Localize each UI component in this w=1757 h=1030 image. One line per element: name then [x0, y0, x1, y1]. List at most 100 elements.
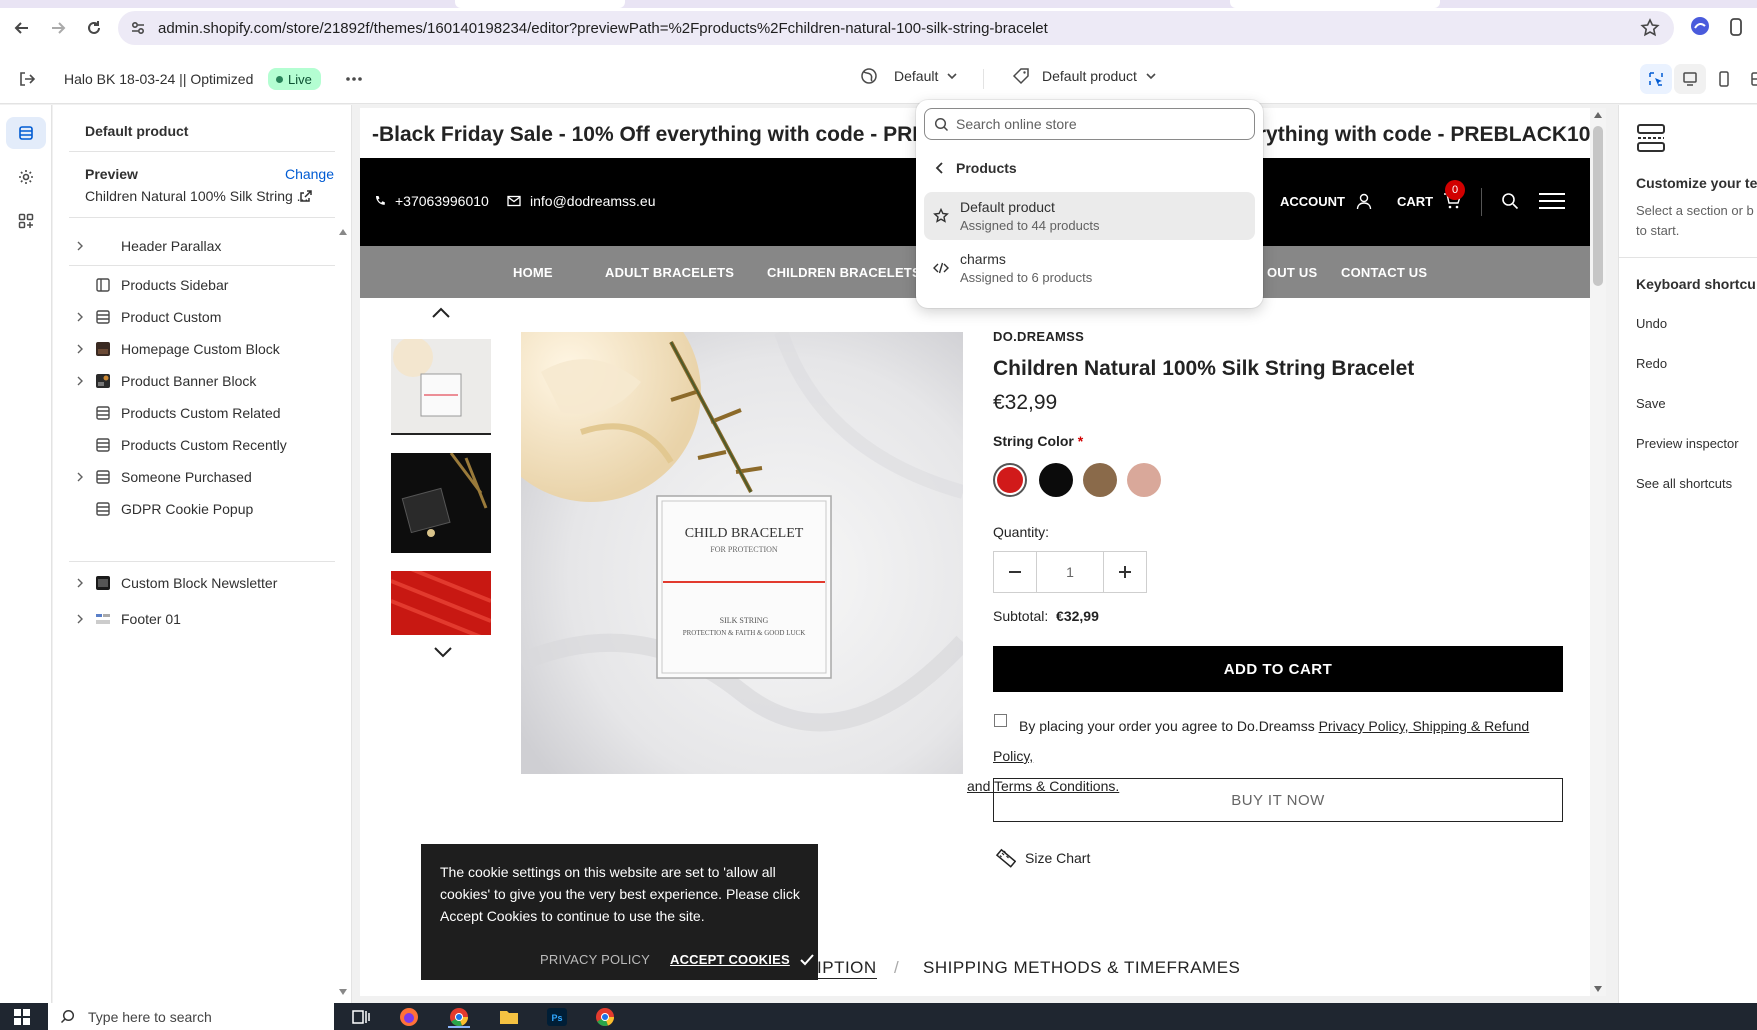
back-button[interactable] — [8, 14, 36, 42]
product-thumbnail[interactable] — [391, 571, 491, 635]
size-chart-link[interactable]: Size Chart — [994, 847, 1090, 869]
template-search-input[interactable]: Search online store — [924, 108, 1255, 140]
url-text[interactable]: admin.shopify.com/store/21892f/themes/16… — [158, 20, 1048, 37]
section-footer-01[interactable]: Footer 01 — [69, 602, 335, 636]
profile-extension-icon[interactable] — [1690, 16, 1710, 36]
site-info-icon[interactable] — [130, 20, 146, 36]
bookmark-star-icon[interactable] — [1640, 18, 1660, 38]
hamburger-menu-icon[interactable] — [1538, 192, 1566, 210]
product-main-image[interactable]: CHILD BRACELET FOR PROTECTION SILK STRIN… — [521, 332, 963, 774]
back-to-products-button[interactable]: Products — [924, 152, 1255, 184]
buy-it-now-button[interactable]: BUY IT NOW — [993, 778, 1563, 822]
chevron-right-icon[interactable] — [69, 614, 91, 624]
template-option-charms[interactable]: charms Assigned to 6 products — [924, 244, 1255, 292]
browser-tab[interactable] — [1230, 0, 1440, 8]
shortcut-save[interactable]: Save — [1636, 396, 1666, 411]
cookie-privacy-link[interactable]: PRIVACY POLICY — [540, 952, 650, 967]
forward-button[interactable] — [44, 14, 72, 42]
section-label: GDPR Cookie Popup — [121, 501, 254, 517]
section-gdpr-cookie-popup[interactable]: GDPR Cookie Popup — [69, 492, 335, 526]
product-vendor[interactable]: DO.DREAMSS — [993, 329, 1084, 344]
shortcut-undo[interactable]: Undo — [1636, 316, 1667, 331]
change-preview-link[interactable]: Change — [285, 166, 334, 182]
exit-icon — [20, 72, 36, 86]
account-link[interactable]: ACCOUNT — [1280, 192, 1373, 210]
search-icon[interactable] — [1501, 192, 1519, 210]
address-bar[interactable]: admin.shopify.com/store/21892f/themes/16… — [118, 11, 1674, 45]
shortcut-redo[interactable]: Redo — [1636, 356, 1667, 371]
windows-start-icon[interactable] — [14, 1009, 30, 1025]
theme-settings-button[interactable] — [6, 161, 46, 193]
thumbnail-prev-arrow-icon[interactable] — [432, 307, 450, 319]
nav-children-bracelets[interactable]: CHILDREN BRACELETS — [767, 265, 921, 280]
scroll-up-arrow-icon[interactable] — [1594, 112, 1602, 118]
app-embeds-button[interactable] — [6, 205, 46, 237]
section-someone-purchased[interactable]: Someone Purchased — [69, 460, 335, 494]
section-homepage-custom-block[interactable]: Homepage Custom Block — [69, 332, 335, 366]
desktop-view-button[interactable] — [1674, 64, 1706, 94]
reload-button[interactable] — [80, 14, 108, 42]
external-link-icon[interactable] — [299, 189, 313, 203]
quantity-decrease-button[interactable] — [994, 552, 1036, 592]
section-product-banner-block[interactable]: Product Banner Block — [69, 364, 335, 398]
theme-selector-dropdown[interactable]: Default — [860, 67, 958, 85]
customize-title: Customize your te — [1636, 175, 1757, 191]
task-view-icon[interactable] — [350, 1006, 372, 1028]
swatch-brown[interactable] — [1083, 463, 1117, 497]
preview-scrollbar[interactable] — [1590, 108, 1606, 996]
section-products-custom-recently[interactable]: Products Custom Recently — [69, 428, 335, 462]
quantity-increase-button[interactable] — [1104, 552, 1146, 592]
chevron-right-icon[interactable] — [69, 344, 91, 354]
swatch-beige[interactable] — [1127, 463, 1161, 497]
scrollbar-thumb[interactable] — [1593, 126, 1603, 286]
nav-about-us[interactable]: OUT US — [1267, 265, 1317, 280]
see-all-shortcuts-link[interactable]: See all shortcuts — [1636, 476, 1732, 491]
photoshop-icon[interactable]: Ps — [546, 1006, 568, 1028]
tab-shipping[interactable]: SHIPPING METHODS & TIMEFRAMES — [923, 958, 1240, 978]
template-option-default-product[interactable]: Default product Assigned to 44 products — [924, 192, 1255, 240]
chevron-right-icon[interactable] — [69, 376, 91, 386]
chrome-icon[interactable] — [448, 1006, 470, 1028]
section-custom-block-newsletter[interactable]: Custom Block Newsletter — [69, 566, 335, 600]
extension-icon[interactable] — [1728, 16, 1750, 38]
scroll-down-arrow-icon[interactable] — [339, 989, 347, 995]
accept-cookies-button[interactable]: ACCEPT COOKIES — [670, 952, 814, 967]
product-title: Children Natural 100% Silk String Bracel… — [993, 357, 1415, 380]
inspector-toggle[interactable] — [1640, 64, 1672, 94]
mobile-view-button[interactable] — [1708, 64, 1740, 94]
scroll-down-arrow-icon[interactable] — [1594, 986, 1602, 992]
product-thumbnail[interactable] — [391, 339, 491, 435]
mobile-icon — [1719, 71, 1729, 87]
thumbnail-next-arrow-icon[interactable] — [434, 646, 452, 658]
section-product-custom[interactable]: Product Custom — [69, 300, 335, 334]
swatch-red[interactable] — [993, 463, 1027, 497]
firefox-icon[interactable] — [398, 1006, 420, 1028]
nav-contact-us[interactable]: CONTACT US — [1341, 265, 1427, 280]
nav-adult-bracelets[interactable]: ADULT BRACELETS — [605, 265, 734, 280]
scroll-up-arrow-icon[interactable] — [339, 229, 347, 235]
section-header-parallax[interactable]: Header Parallax — [69, 229, 335, 263]
exit-editor-button[interactable] — [18, 70, 36, 88]
swatch-black[interactable] — [1039, 463, 1073, 497]
email-link[interactable]: info@dodreamss.eu — [507, 193, 656, 209]
nav-home[interactable]: HOME — [513, 265, 553, 280]
section-products-sidebar[interactable]: Products Sidebar — [69, 268, 335, 302]
add-to-cart-button[interactable]: ADD TO CART — [993, 646, 1563, 692]
shortcut-preview-inspector[interactable]: Preview inspector — [1636, 436, 1739, 451]
phone-link[interactable]: +37063996010 — [374, 193, 489, 209]
more-actions-button[interactable] — [344, 71, 364, 87]
quantity-input[interactable]: 1 — [1036, 552, 1104, 592]
browser-tab[interactable] — [455, 0, 625, 8]
sections-nav-button[interactable] — [6, 117, 46, 149]
file-explorer-icon[interactable] — [498, 1006, 520, 1028]
chevron-right-icon[interactable] — [69, 472, 91, 482]
chevron-right-icon[interactable] — [69, 312, 91, 322]
fullscreen-view-button[interactable] — [1742, 64, 1757, 94]
template-selector-dropdown[interactable]: Default product — [1012, 67, 1157, 85]
chevron-right-icon[interactable] — [69, 578, 91, 588]
section-products-custom-related[interactable]: Products Custom Related — [69, 396, 335, 430]
chrome-icon[interactable] — [594, 1006, 616, 1028]
product-thumbnail[interactable] — [391, 453, 491, 553]
chevron-right-icon[interactable] — [69, 241, 91, 251]
taskbar-search-input[interactable]: Type here to search — [48, 1003, 334, 1030]
